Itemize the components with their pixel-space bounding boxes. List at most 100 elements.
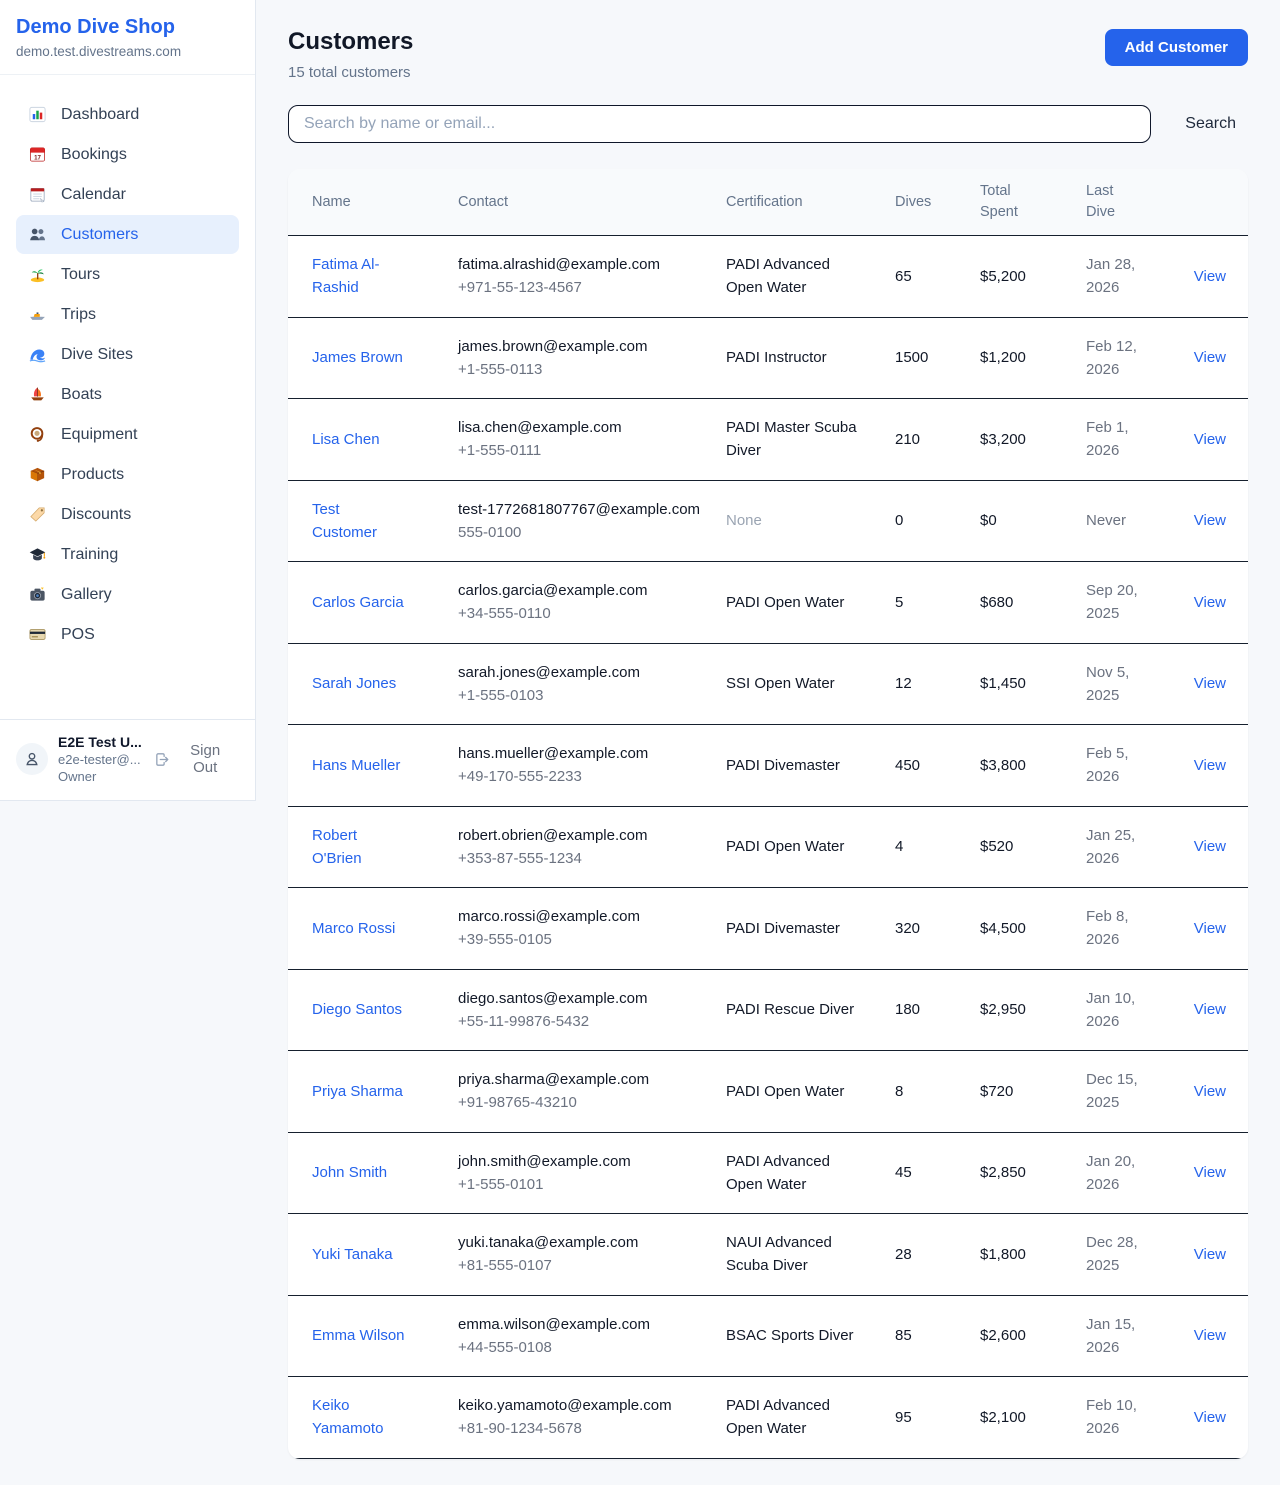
sidebar-item-bookings[interactable]: 17 Bookings (16, 135, 239, 174)
view-customer-link[interactable]: View (1194, 757, 1226, 774)
customer-name-link[interactable]: Marco Rossi (312, 917, 395, 940)
view-customer-link[interactable]: View (1194, 594, 1226, 611)
customer-name-link[interactable]: John Smith (312, 1161, 387, 1184)
customer-name-link[interactable]: Test Customer (312, 498, 408, 545)
sidebar-item-label: POS (61, 626, 95, 644)
customer-phone: +81-555-0107 (458, 1254, 710, 1277)
customer-name-link[interactable]: Fatima Al-Rashid (312, 253, 408, 300)
sidebar-item-customers[interactable]: Customers (16, 215, 239, 254)
view-customer-link[interactable]: View (1194, 675, 1226, 692)
customer-certification: PADI Advanced Open Water (726, 1394, 861, 1441)
customer-certification: PADI Open Water (726, 835, 844, 858)
tours-icon (28, 265, 47, 284)
view-customer-link[interactable]: View (1194, 920, 1226, 937)
sidebar-item-pos[interactable]: POS (16, 615, 239, 654)
sidebar: Demo Dive Shop demo.test.divestreams.com… (0, 0, 256, 801)
customer-name-link[interactable]: Carlos Garcia (312, 591, 404, 614)
customer-dives: 210 (895, 431, 920, 448)
view-customer-link[interactable]: View (1194, 1164, 1226, 1181)
sidebar-item-discounts[interactable]: Discounts (16, 495, 239, 534)
avatar (16, 743, 48, 775)
view-customer-link[interactable]: View (1194, 512, 1226, 529)
customer-last-dive: Never (1086, 509, 1126, 532)
shop-domain: demo.test.divestreams.com (16, 44, 239, 59)
sidebar-item-dashboard[interactable]: Dashboard (16, 95, 239, 134)
customer-name-link[interactable]: Hans Mueller (312, 754, 400, 777)
customer-total-spent: $3,200 (980, 431, 1026, 448)
sidebar-item-dive-sites[interactable]: Dive Sites (16, 335, 239, 374)
sidebar-nav: Dashboard 17 Bookings Calendar Customers… (0, 75, 255, 654)
customer-total-spent: $2,100 (980, 1409, 1026, 1426)
column-header-contact: Contact (458, 169, 726, 236)
sidebar-item-equipment[interactable]: Equipment (16, 415, 239, 454)
customer-name-link[interactable]: Priya Sharma (312, 1080, 403, 1103)
sidebar-item-boats[interactable]: Boats (16, 375, 239, 414)
customer-name-link[interactable]: Sarah Jones (312, 672, 396, 695)
sidebar-item-gallery[interactable]: Gallery (16, 575, 239, 614)
sidebar-item-label: Boats (61, 386, 102, 404)
customer-phone: +49-170-555-2233 (458, 765, 710, 788)
customer-name-link[interactable]: Yuki Tanaka (312, 1243, 393, 1266)
pos-icon (28, 625, 47, 644)
customer-name-link[interactable]: Lisa Chen (312, 428, 380, 451)
customer-certification: PADI Advanced Open Water (726, 253, 861, 300)
sidebar-item-label: Customers (61, 226, 138, 244)
sidebar-item-label: Dive Sites (61, 346, 133, 364)
customer-certification: PADI Master Scuba Diver (726, 416, 861, 463)
gallery-icon (28, 585, 47, 604)
sign-out-label: Sign Out (177, 742, 233, 776)
customer-last-dive: Feb 1, 2026 (1086, 416, 1148, 463)
customer-total-spent: $5,200 (980, 268, 1026, 285)
customer-count: 15 total customers (288, 64, 413, 81)
customer-dives: 450 (895, 757, 920, 774)
customer-name-link[interactable]: James Brown (312, 346, 403, 369)
view-customer-link[interactable]: View (1194, 349, 1226, 366)
customer-name-link[interactable]: Emma Wilson (312, 1324, 405, 1347)
customer-certification: PADI Instructor (726, 346, 827, 369)
view-customer-link[interactable]: View (1194, 1246, 1226, 1263)
sidebar-item-calendar[interactable]: Calendar (16, 175, 239, 214)
sidebar-item-trips[interactable]: Trips (16, 295, 239, 334)
sidebar-item-training[interactable]: Training (16, 535, 239, 574)
table-row: Keiko Yamamoto keiko.yamamoto@example.co… (288, 1377, 1248, 1459)
view-customer-link[interactable]: View (1194, 1327, 1226, 1344)
customer-total-spent: $1,800 (980, 1246, 1026, 1263)
sidebar-item-tours[interactable]: Tours (16, 255, 239, 294)
view-customer-link[interactable]: View (1194, 1409, 1226, 1426)
svg-text:17: 17 (34, 154, 41, 161)
search-input[interactable] (288, 105, 1151, 143)
training-icon (28, 545, 47, 564)
equipment-icon (28, 425, 47, 444)
customer-name-link[interactable]: Robert O'Brien (312, 824, 408, 871)
customer-dives: 12 (895, 675, 912, 692)
view-customer-link[interactable]: View (1194, 1001, 1226, 1018)
view-customer-link[interactable]: View (1194, 838, 1226, 855)
customer-last-dive: Jan 15, 2026 (1086, 1313, 1148, 1360)
customer-name-link[interactable]: Diego Santos (312, 998, 402, 1021)
view-customer-link[interactable]: View (1194, 268, 1226, 285)
search-button[interactable]: Search (1185, 115, 1236, 133)
customer-last-dive: Jan 25, 2026 (1086, 824, 1148, 871)
view-customer-link[interactable]: View (1194, 1083, 1226, 1100)
customer-total-spent: $2,600 (980, 1327, 1026, 1344)
customer-phone: +1-555-0111 (458, 439, 710, 462)
customer-last-dive: Feb 10, 2026 (1086, 1394, 1148, 1441)
customer-phone: +55-11-99876-5432 (458, 1010, 710, 1033)
customer-dives: 4 (895, 838, 903, 855)
customer-total-spent: $4,500 (980, 920, 1026, 937)
customer-dives: 45 (895, 1164, 912, 1181)
customer-last-dive: Jan 28, 2026 (1086, 253, 1148, 300)
customer-dives: 65 (895, 268, 912, 285)
products-icon (28, 465, 47, 484)
table-row: Marco Rossi marco.rossi@example.com +39-… (288, 888, 1248, 970)
table-row: Yuki Tanaka yuki.tanaka@example.com +81-… (288, 1214, 1248, 1296)
sidebar-item-label: Gallery (61, 586, 112, 604)
sign-out-button[interactable]: Sign Out (148, 741, 239, 777)
customer-dives: 180 (895, 1001, 920, 1018)
shop-name: Demo Dive Shop (16, 16, 239, 39)
add-customer-button[interactable]: Add Customer (1105, 29, 1248, 66)
sidebar-item-products[interactable]: Products (16, 455, 239, 494)
customer-name-link[interactable]: Keiko Yamamoto (312, 1394, 408, 1441)
view-customer-link[interactable]: View (1194, 431, 1226, 448)
customer-total-spent: $0 (980, 512, 997, 529)
